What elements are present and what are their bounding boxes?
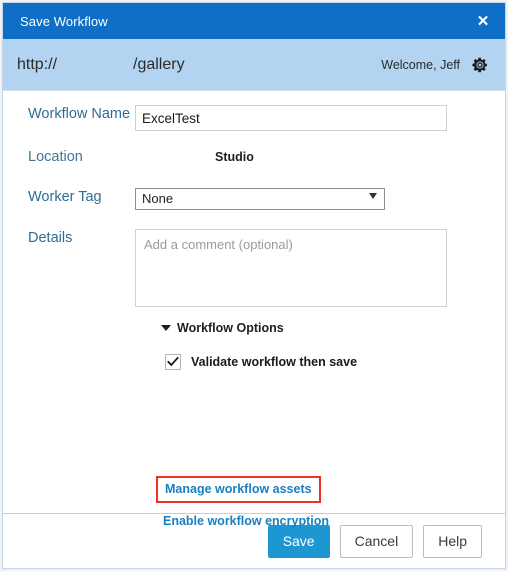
welcome-text: Welcome, Jeff — [381, 57, 460, 72]
details-row: Details — [3, 229, 505, 307]
validate-workflow-label: Validate workflow then save — [191, 355, 358, 369]
worker-tag-row: Worker Tag None — [3, 188, 505, 210]
workflow-options-toggle[interactable]: Workflow Options — [161, 321, 357, 335]
dialog-title: Save Workflow — [20, 13, 108, 29]
site-path: /gallery — [133, 55, 185, 73]
details-textarea[interactable] — [135, 229, 447, 307]
triangle-down-icon — [161, 325, 171, 331]
workflow-name-input[interactable] — [135, 105, 447, 131]
site-url: http:// — [17, 55, 58, 73]
workflow-name-row: Workflow Name — [3, 105, 505, 131]
workflow-name-label: Workflow Name — [28, 106, 131, 122]
location-row: Location Studio — [3, 148, 505, 166]
close-icon[interactable]: ✕ — [461, 3, 505, 39]
location-value: Studio — [215, 150, 254, 164]
worker-tag-label: Worker Tag — [28, 189, 102, 205]
validate-workflow-checkbox[interactable] — [165, 354, 181, 370]
enable-workflow-encryption-link[interactable]: Enable workflow encryption — [163, 514, 329, 528]
worker-tag-select-wrapper: None — [135, 188, 385, 210]
validate-workflow-row[interactable]: Validate workflow then save — [165, 354, 357, 370]
manage-workflow-assets-link[interactable]: Manage workflow assets — [165, 482, 312, 496]
details-label: Details — [28, 230, 73, 246]
save-button[interactable]: Save — [267, 524, 330, 558]
workflow-options-section: Workflow Options Validate workflow then … — [156, 321, 357, 528]
app-header-bar: http:// /gallery Welcome, Jeff — [3, 39, 505, 91]
save-workflow-dialog: Save Workflow ✕ http:// /gallery Welcome… — [2, 2, 506, 569]
worker-tag-select[interactable]: None — [135, 188, 385, 210]
manage-assets-highlight-box: Manage workflow assets — [156, 476, 321, 503]
dialog-body: Workflow Name Location Studio Worker Tag… — [3, 91, 505, 528]
location-label: Location — [28, 149, 83, 165]
dialog-titlebar: Save Workflow ✕ — [3, 3, 505, 39]
workflow-options-label: Workflow Options — [177, 321, 284, 335]
gear-icon[interactable] — [471, 56, 489, 74]
help-button[interactable]: Help — [423, 524, 482, 558]
cancel-button[interactable]: Cancel — [339, 524, 414, 558]
